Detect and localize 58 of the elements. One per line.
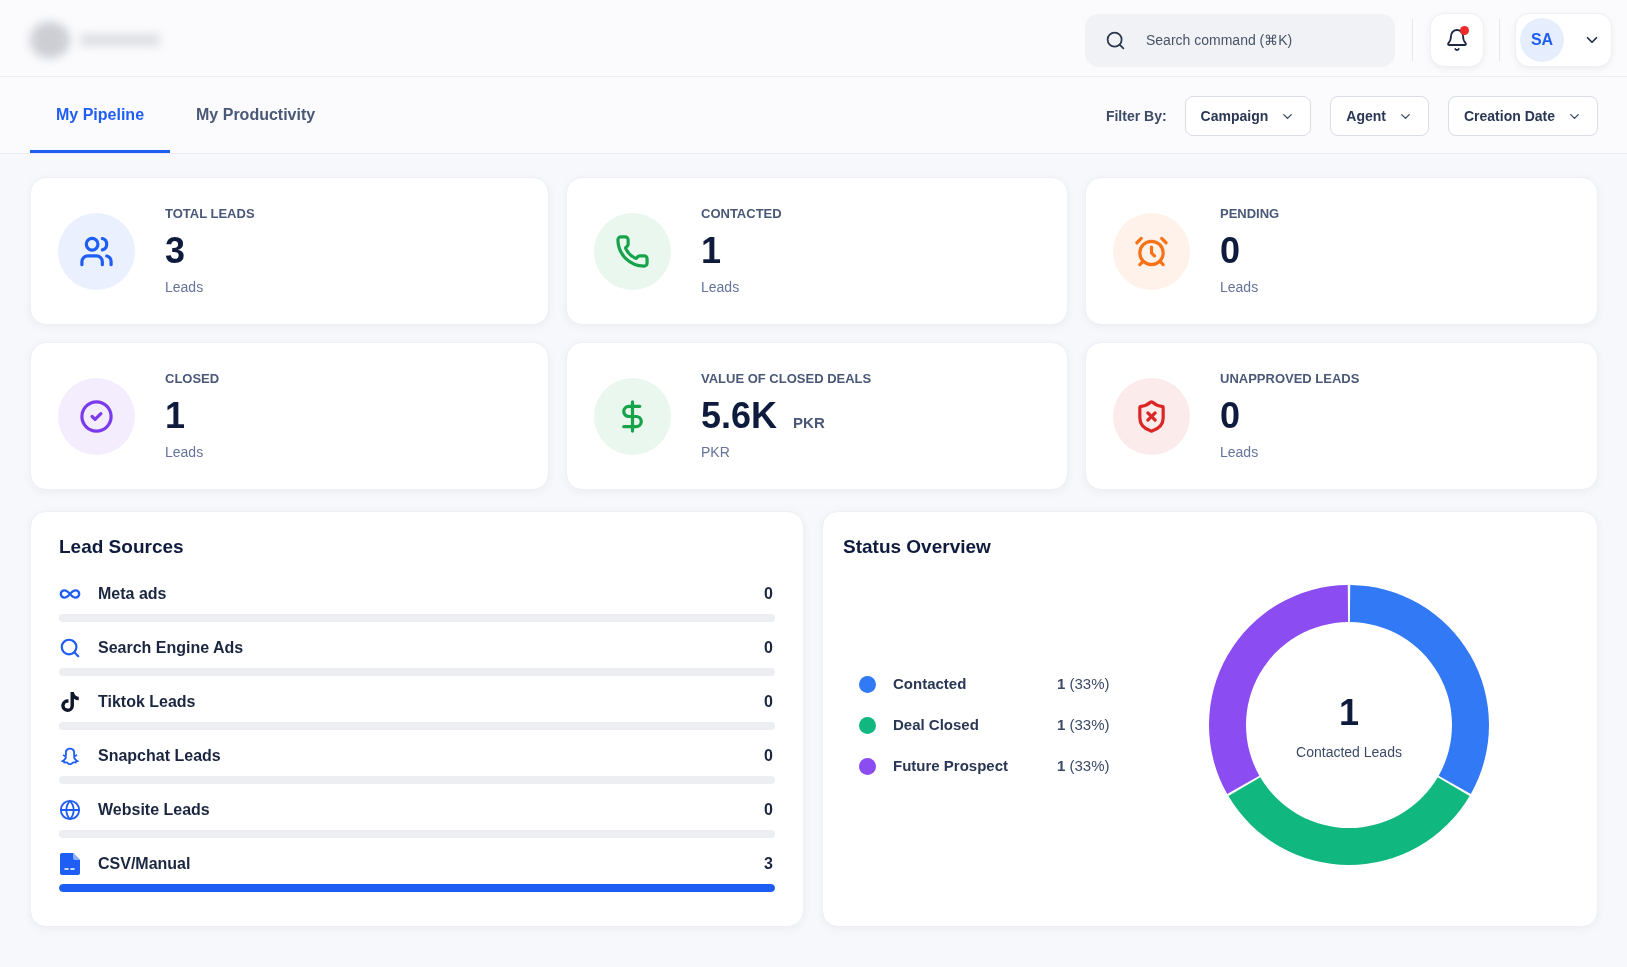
donut-center-caption: Contacted Leads (1296, 743, 1402, 761)
document-icon (60, 853, 80, 875)
source-count: 0 (764, 638, 773, 658)
stat-value: 3 (165, 231, 186, 271)
legend-label: Contacted (893, 673, 968, 694)
legend-label: Deal Closed (893, 714, 980, 735)
stat-value: 0 (1220, 396, 1241, 436)
filter-label: Filter By: (1105, 106, 1167, 126)
panel-title: Lead Sources (59, 535, 184, 559)
source-name: Website Leads (98, 800, 210, 820)
source-count: 0 (764, 746, 773, 766)
panel-title: Status Overview (843, 535, 991, 559)
stat-label: TOTAL LEADS (165, 205, 255, 223)
stat-label: CLOSED (165, 370, 220, 388)
legend-value: 1 (33%) (1057, 714, 1110, 735)
source-name: Search Engine Ads (98, 638, 244, 658)
tiktok-icon (60, 692, 80, 712)
ghost-icon (59, 745, 81, 767)
stat-label: UNAPPROVED LEADS (1220, 370, 1360, 388)
stat-value: 0 (1220, 231, 1241, 271)
source-name: Tiktok Leads (98, 692, 196, 712)
globe-icon (59, 799, 81, 821)
stat-value: 1 (165, 396, 186, 436)
legend-value: 1 (33%) (1057, 755, 1110, 776)
stat-caption: Leads (1220, 278, 1260, 297)
donut-center-value: 1 (1339, 693, 1359, 733)
stat-value: 5.6K (701, 396, 778, 436)
source-name: CSV/Manual (98, 854, 191, 874)
filter-dropdown[interactable]: Campaign (1184, 96, 1312, 136)
filter-dropdown[interactable]: Creation Date (1447, 96, 1598, 136)
source-name: Snapchat Leads (98, 746, 221, 766)
stat-caption: Leads (701, 278, 741, 297)
source-count: 0 (764, 800, 773, 820)
stat-value: 1 (701, 231, 722, 271)
source-count: 0 (764, 692, 773, 712)
stat-caption: Leads (165, 443, 205, 462)
bell-icon (1445, 28, 1469, 52)
search-icon (1105, 29, 1126, 51)
search-field[interactable]: Search command (⌘K) (1085, 13, 1395, 67)
stat-label: CONTACTED (701, 205, 782, 223)
stat-caption: PKR (701, 443, 731, 462)
source-count: 3 (764, 854, 773, 874)
source-name: Meta ads (98, 584, 167, 604)
tab[interactable]: My Pipeline (30, 77, 171, 153)
search-icon (59, 637, 81, 659)
stat-caption: Leads (165, 278, 205, 297)
source-count: 0 (764, 584, 773, 604)
filter-dropdown[interactable]: Agent (1330, 96, 1429, 136)
notification-button[interactable] (1430, 13, 1484, 67)
stat-label: PENDING (1220, 205, 1280, 223)
tab[interactable]: My Productivity (170, 77, 342, 153)
legend-label: Future Prospect (893, 755, 1010, 776)
user-avatar: SA (1520, 18, 1564, 62)
account-button[interactable]: SA (1515, 13, 1612, 67)
stat-unit: PKR (793, 413, 825, 433)
legend-value: 1 (33%) (1057, 673, 1110, 694)
stat-label: VALUE OF CLOSED DEALS (701, 370, 872, 388)
stat-caption: Leads (1220, 443, 1260, 462)
